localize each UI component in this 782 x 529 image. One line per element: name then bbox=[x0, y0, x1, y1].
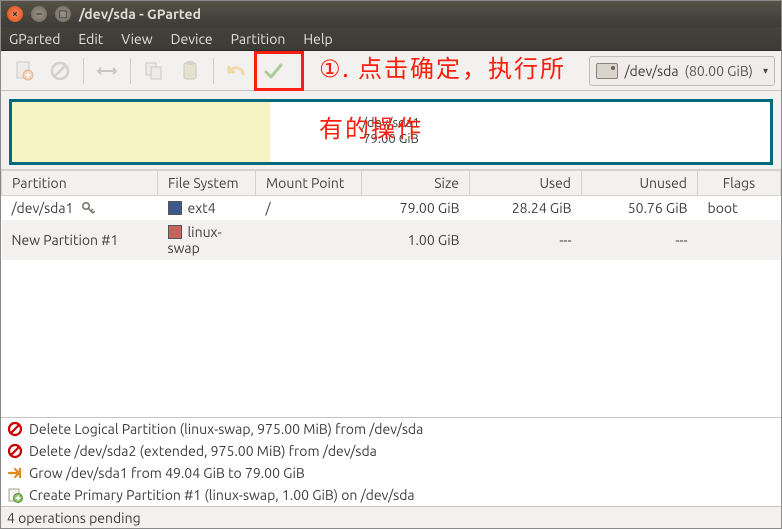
status-text: 4 operations pending bbox=[7, 510, 141, 526]
size-value: 79.00 GiB bbox=[362, 196, 470, 221]
fs-name: ext4 bbox=[188, 200, 216, 216]
operation-row[interactable]: Grow /dev/sda1 from 49.04 GiB to 79.00 G… bbox=[1, 462, 781, 484]
window-maximize-button[interactable]: ▢ bbox=[55, 6, 71, 22]
paste-button[interactable] bbox=[173, 54, 207, 88]
menu-edit[interactable]: Edit bbox=[78, 31, 103, 47]
menu-help[interactable]: Help bbox=[303, 31, 332, 47]
partition-name: New Partition #1 bbox=[12, 232, 119, 248]
col-filesystem[interactable]: File System bbox=[158, 171, 256, 196]
menu-gparted[interactable]: GParted bbox=[9, 31, 60, 47]
window-title: /dev/sda - GParted bbox=[79, 6, 201, 22]
table-row[interactable]: /dev/sda1 ext4 / 79.00 GiB 28.24 GiB 50.… bbox=[2, 196, 781, 221]
table-header-row: Partition File System Mount Point Size U… bbox=[2, 171, 781, 196]
new-partition-button[interactable] bbox=[7, 54, 41, 88]
partition-table-area: Partition File System Mount Point Size U… bbox=[1, 169, 781, 417]
flags-value: boot bbox=[698, 196, 781, 221]
device-selector[interactable]: /dev/sda (80.00 GiB) ▾ bbox=[589, 56, 775, 86]
lock-icon bbox=[81, 201, 95, 215]
unused-value: --- bbox=[582, 220, 698, 260]
pending-operations: Delete Logical Partition (linux-swap, 97… bbox=[1, 417, 781, 506]
col-flags[interactable]: Flags bbox=[698, 171, 781, 196]
delete-partition-button[interactable] bbox=[43, 54, 77, 88]
col-used[interactable]: Used bbox=[470, 171, 582, 196]
toolbar: /dev/sda (80.00 GiB) ▾ bbox=[1, 51, 781, 91]
disk-icon bbox=[596, 63, 618, 79]
chevron-down-icon: ▾ bbox=[763, 65, 768, 77]
flags-value bbox=[698, 220, 781, 260]
menu-view[interactable]: View bbox=[121, 31, 152, 47]
copy-icon bbox=[143, 60, 165, 82]
device-size: (80.00 GiB) bbox=[685, 63, 753, 79]
fs-swatch bbox=[168, 225, 182, 239]
titlebar: × – ▢ /dev/sda - GParted bbox=[1, 1, 781, 27]
menu-device[interactable]: Device bbox=[171, 31, 213, 47]
col-size[interactable]: Size bbox=[362, 171, 470, 196]
forbid-icon bbox=[7, 421, 23, 437]
operation-row[interactable]: Delete /dev/sda2 (extended, 975.00 MiB) … bbox=[1, 440, 781, 462]
operation-text: Delete Logical Partition (linux-swap, 97… bbox=[29, 421, 423, 437]
device-label: /dev/sda bbox=[624, 63, 678, 79]
disk-segment-free bbox=[270, 102, 770, 162]
add-icon bbox=[7, 487, 23, 503]
copy-button[interactable] bbox=[137, 54, 171, 88]
used-value: --- bbox=[470, 220, 582, 260]
disk-visual[interactable]: /dev/sda1 79.00 GiB bbox=[9, 99, 773, 165]
partition-name: /dev/sda1 bbox=[12, 200, 74, 216]
undo-icon bbox=[226, 60, 248, 82]
disk-segment-used bbox=[12, 102, 270, 162]
forbid-icon bbox=[7, 443, 23, 459]
mount-point bbox=[256, 220, 362, 260]
operation-row[interactable]: Delete Logical Partition (linux-swap, 97… bbox=[1, 418, 781, 440]
partition-table: Partition File System Mount Point Size U… bbox=[1, 170, 781, 260]
unused-value: 50.76 GiB bbox=[582, 196, 698, 221]
operation-row[interactable]: Create Primary Partition #1 (linux-swap,… bbox=[1, 484, 781, 506]
resize-icon bbox=[96, 60, 118, 82]
used-value: 28.24 GiB bbox=[470, 196, 582, 221]
disk-visual-area: /dev/sda1 79.00 GiB bbox=[1, 91, 781, 169]
col-mount[interactable]: Mount Point bbox=[256, 171, 362, 196]
col-partition[interactable]: Partition bbox=[2, 171, 158, 196]
check-icon bbox=[262, 60, 284, 82]
menu-partition[interactable]: Partition bbox=[231, 31, 286, 47]
col-unused[interactable]: Unused bbox=[582, 171, 698, 196]
grow-icon bbox=[7, 465, 23, 481]
resize-button[interactable] bbox=[90, 54, 124, 88]
fs-swatch bbox=[168, 201, 182, 215]
size-value: 1.00 GiB bbox=[362, 220, 470, 260]
forbid-icon bbox=[49, 60, 71, 82]
paste-icon bbox=[179, 60, 201, 82]
operation-text: Delete /dev/sda2 (extended, 975.00 MiB) … bbox=[29, 443, 377, 459]
menubar: GParted Edit View Device Partition Help bbox=[1, 27, 781, 51]
operation-text: Create Primary Partition #1 (linux-swap,… bbox=[29, 487, 415, 503]
apply-button[interactable] bbox=[256, 54, 290, 88]
window-close-button[interactable]: × bbox=[7, 6, 23, 22]
mount-point: / bbox=[256, 196, 362, 221]
undo-button[interactable] bbox=[220, 54, 254, 88]
operation-text: Grow /dev/sda1 from 49.04 GiB to 79.00 G… bbox=[29, 465, 305, 481]
document-new-icon bbox=[13, 60, 35, 82]
window-minimize-button[interactable]: – bbox=[31, 6, 47, 22]
status-bar: 4 operations pending bbox=[1, 506, 781, 528]
table-row[interactable]: New Partition #1 linux-swap 1.00 GiB ---… bbox=[2, 220, 781, 260]
